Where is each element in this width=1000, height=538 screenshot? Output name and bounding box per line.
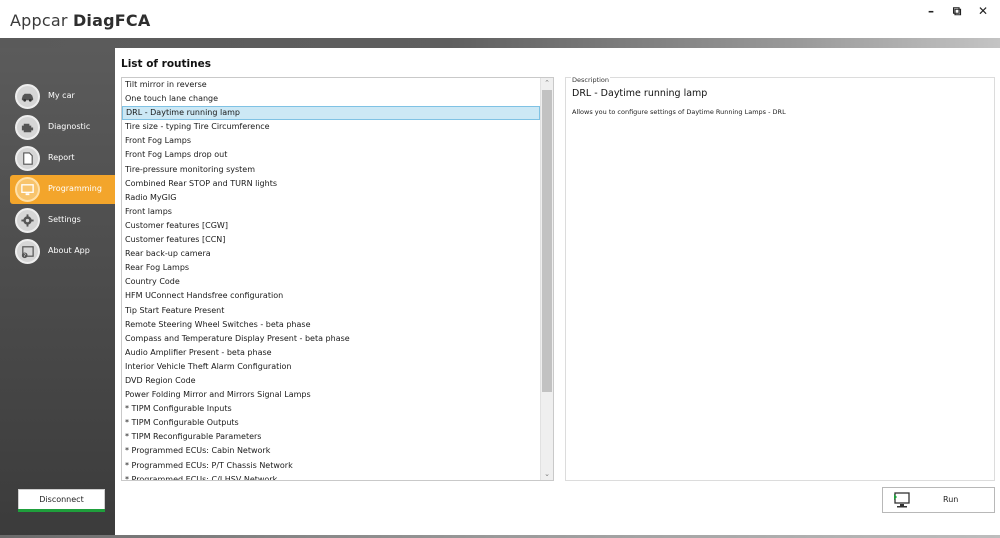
routines-list-title: List of routines (121, 58, 211, 70)
list-item[interactable]: Remote Steering Wheel Switches - beta ph… (122, 318, 540, 332)
sidebar-item-my-car[interactable]: My car (10, 82, 115, 111)
sidebar-item-label: Settings (48, 215, 81, 224)
app-title-bold: DiagFCA (72, 11, 151, 30)
description-text: Allows you to configure settings of Dayt… (572, 108, 786, 116)
sidebar-item-label: Diagnostic (48, 122, 91, 131)
app-title-light: Appcar (10, 11, 73, 30)
list-item[interactable]: Tip Start Feature Present (122, 304, 540, 318)
sidebar-item-about-app[interactable]: ? About App (10, 237, 115, 266)
list-item[interactable]: Front lamps (122, 205, 540, 219)
routines-list: Tilt mirror in reverse One touch lane cha… (122, 78, 540, 480)
routines-list-box: Tilt mirror in reverse One touch lane cha… (121, 77, 554, 481)
scroll-up-icon[interactable]: ⌃ (541, 78, 553, 89)
header-stripe (0, 38, 1000, 48)
list-item[interactable]: Compass and Temperature Display Present … (122, 332, 540, 346)
sidebar-item-diagnostic[interactable]: Diagnostic (10, 113, 115, 142)
list-item[interactable]: * TIPM Configurable Inputs (122, 402, 540, 416)
maximize-button[interactable]: ⧉ (946, 2, 968, 20)
list-item[interactable]: Power Folding Mirror and Mirrors Signal … (122, 388, 540, 402)
list-item[interactable]: Tire-pressure monitoring system (122, 163, 540, 177)
sidebar-item-report[interactable]: Report (10, 144, 115, 173)
title-bar: Appcar DiagFCA – ⧉ ✕ (0, 0, 1000, 38)
description-caption: Description (571, 76, 611, 84)
close-button[interactable]: ✕ (972, 2, 994, 20)
sidebar-item-programming[interactable]: Programming (10, 175, 115, 204)
disconnect-button[interactable]: Disconnect (18, 489, 105, 511)
run-button-label: Run (943, 495, 959, 504)
list-item[interactable]: * TIPM Configurable Outputs (122, 416, 540, 430)
sidebar-item-label: Report (48, 153, 75, 162)
scroll-down-icon[interactable]: ⌄ (541, 469, 553, 480)
sidebar-item-label: About App (48, 246, 90, 255)
monitor-icon (15, 177, 40, 202)
list-item[interactable]: Tire size - typing Tire Circumference (122, 120, 540, 134)
list-item[interactable]: One touch lane change (122, 92, 540, 106)
list-item[interactable]: Front Fog Lamps (122, 134, 540, 148)
list-item[interactable]: * TIPM Reconfigurable Parameters (122, 430, 540, 444)
gear-icon (15, 208, 40, 233)
list-item[interactable]: DVD Region Code (122, 374, 540, 388)
list-item[interactable]: HFM UConnect Handsfree configuration (122, 289, 540, 303)
app-title: Appcar DiagFCA (10, 11, 150, 30)
list-item[interactable]: Tilt mirror in reverse (122, 78, 540, 92)
scroll-thumb[interactable] (542, 90, 552, 392)
app-window: Appcar DiagFCA – ⧉ ✕ My car Diagnostic R… (0, 0, 1000, 538)
minimize-button[interactable]: – (920, 2, 942, 20)
list-item[interactable]: Country Code (122, 275, 540, 289)
description-panel: Description DRL - Daytime running lamp A… (565, 76, 995, 481)
list-item[interactable]: Radio MyGIG (122, 191, 540, 205)
description-title: DRL - Daytime running lamp (572, 88, 708, 99)
monitor-run-icon (893, 491, 911, 509)
list-item[interactable]: Rear back-up camera (122, 247, 540, 261)
list-item[interactable]: * Programmed ECUs: P/T Chassis Network (122, 459, 540, 473)
list-item[interactable]: Audio Amplifier Present - beta phase (122, 346, 540, 360)
list-item[interactable]: * Programmed ECUs: C/I HSV Network (122, 473, 540, 480)
info-window-icon: ? (15, 239, 40, 264)
sidebar-item-settings[interactable]: Settings (10, 206, 115, 235)
list-item[interactable]: * Programmed ECUs: Cabin Network (122, 444, 540, 458)
run-button[interactable]: Run (882, 487, 995, 513)
list-item[interactable]: Interior Vehicle Theft Alarm Configurati… (122, 360, 540, 374)
list-item[interactable]: Customer features [CCN] (122, 233, 540, 247)
car-icon (15, 84, 40, 109)
sidebar: My car Diagnostic Report Programming Set… (0, 48, 115, 538)
list-item[interactable]: Rear Fog Lamps (122, 261, 540, 275)
engine-icon (15, 115, 40, 140)
routines-scrollbar[interactable]: ⌃ ⌄ (540, 78, 553, 480)
sidebar-item-label: My car (48, 91, 75, 100)
connection-status-bar (18, 509, 105, 512)
list-item-selected[interactable]: DRL - Daytime running lamp (122, 106, 540, 121)
sidebar-item-label: Programming (48, 184, 102, 193)
list-item[interactable]: Customer features [CGW] (122, 219, 540, 233)
list-item[interactable]: Front Fog Lamps drop out (122, 148, 540, 162)
document-icon (15, 146, 40, 171)
list-item[interactable]: Combined Rear STOP and TURN lights (122, 177, 540, 191)
